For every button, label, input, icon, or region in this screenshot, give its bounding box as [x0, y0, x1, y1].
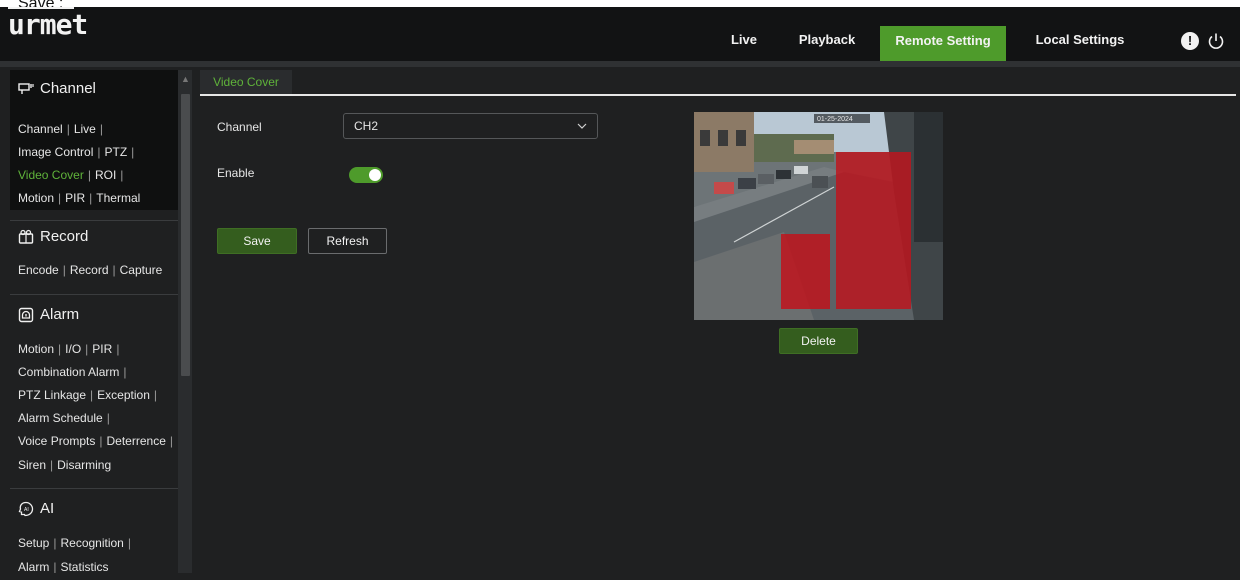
sidebar-ai-title-text: AI: [40, 500, 55, 517]
record-icon: [18, 229, 34, 244]
toggle-knob: [369, 169, 381, 181]
sidebar-scroll-thumb[interactable]: [181, 94, 190, 376]
sidebar-item-combination-alarm[interactable]: Combination Alarm: [18, 365, 119, 379]
enable-toggle[interactable]: [349, 167, 383, 183]
top-strip: [0, 61, 1240, 67]
sidebar-record-title[interactable]: Record: [18, 228, 88, 245]
nav-remote-setting-label: Remote Setting: [895, 33, 991, 48]
sidebar-ai-line-1: Setup | Recognition |: [18, 536, 131, 550]
sidebar-alarm-line-3: PTZ Linkage | Exception |: [18, 388, 157, 402]
sidebar-item-live[interactable]: Live: [74, 122, 96, 136]
ai-icon: AI: [18, 501, 34, 516]
sidebar-divider: [10, 488, 178, 489]
sidebar-divider: [10, 294, 178, 295]
mask-area-2[interactable]: [836, 152, 911, 309]
sidebar-item-capture[interactable]: Capture: [120, 263, 163, 277]
sidebar-group-channel: Channel Channel | Live | Image Control | PTZ |…: [10, 70, 178, 210]
sidebar-item-deterrence[interactable]: Deterrence: [107, 434, 166, 448]
sidebar-item-channel[interactable]: Channel: [18, 122, 63, 136]
chevron-down-icon: [577, 123, 587, 129]
nav-playback[interactable]: Playback: [788, 25, 866, 61]
alarm-icon: [18, 307, 34, 322]
sidebar-channel-line-4: Motion | PIR | Thermal: [18, 191, 141, 205]
sidebar-channel-line-2: Image Control | PTZ |: [18, 145, 135, 159]
sidebar-item-roi[interactable]: ROI: [95, 168, 116, 182]
sidebar-alarm-line-2: Combination Alarm |: [18, 365, 127, 379]
sidebar-item-encode[interactable]: Encode: [18, 263, 59, 277]
sidebar-item-thermal[interactable]: Thermal: [96, 191, 140, 205]
sidebar-alarm-line-6: Siren | Disarming: [18, 458, 112, 472]
main-panel: Video Cover Channel CH2 Enable Save Refr…: [200, 70, 1236, 573]
save-button[interactable]: Save: [217, 228, 297, 254]
sidebar-channel-line-1: Channel | Live |: [18, 122, 103, 136]
camera-preview-image: 01-25-2024: [694, 112, 943, 320]
refresh-button[interactable]: Refresh: [308, 228, 387, 254]
nav-local-settings[interactable]: Local Settings: [1020, 25, 1140, 61]
sidebar-item-setup[interactable]: Setup: [18, 536, 49, 550]
sidebar-item-image-control[interactable]: Image Control: [18, 145, 93, 159]
nav-remote-setting[interactable]: Remote Setting: [880, 26, 1006, 61]
sidebar-item-siren[interactable]: Siren: [18, 458, 46, 472]
nav-local-settings-label: Local Settings: [1035, 32, 1125, 47]
sidebar-item-ptz-linkage[interactable]: PTZ Linkage: [18, 388, 86, 402]
tab-underline: [200, 94, 1236, 96]
sidebar-record-line-1: Encode | Record | Capture: [18, 263, 163, 277]
brand-logo: urmet: [8, 8, 88, 41]
preview-timestamp: 01-25-2024: [817, 116, 853, 123]
mask-area-1[interactable]: [781, 234, 830, 309]
sidebar-item-pir[interactable]: PIR: [65, 191, 85, 205]
app-window: urmet Live Playback Remote Setting Local…: [0, 7, 1240, 580]
channel-label: Channel: [217, 120, 262, 134]
sidebar-divider: [10, 220, 178, 221]
sidebar-item-alarm-motion[interactable]: Motion: [18, 342, 54, 356]
sidebar-channel-line-3: Video Cover | ROI |: [18, 168, 124, 182]
sidebar-item-exception[interactable]: Exception: [97, 388, 150, 402]
sidebar-item-voice-prompts[interactable]: Voice Prompts: [18, 434, 95, 448]
delete-button[interactable]: Delete: [779, 328, 858, 354]
channel-select-value: CH2: [354, 119, 379, 133]
sidebar-record-title-text: Record: [40, 228, 89, 245]
svg-text:AI: AI: [24, 507, 29, 513]
channel-select[interactable]: CH2: [343, 113, 598, 139]
enable-label: Enable: [217, 166, 255, 180]
sidebar-item-recognition[interactable]: Recognition: [60, 536, 123, 550]
nav-live[interactable]: Live: [718, 25, 770, 61]
top-bar: urmet Live Playback Remote Setting Local…: [0, 7, 1240, 61]
sidebar: Channel Channel | Live | Image Control | PTZ |…: [10, 70, 178, 573]
camera-icon: [18, 82, 34, 94]
sidebar-item-io[interactable]: I/O: [65, 342, 81, 356]
nav-live-label: Live: [730, 32, 757, 47]
sidebar-ai-line-2: Alarm | Statistics: [18, 560, 109, 573]
tab-video-cover[interactable]: Video Cover: [200, 70, 292, 94]
sidebar-item-ai-alarm[interactable]: Alarm: [18, 560, 49, 573]
camera-preview[interactable]: 01-25-2024: [694, 112, 943, 320]
sidebar-item-statistics[interactable]: Statistics: [60, 560, 108, 573]
nav-playback-label: Playback: [798, 32, 856, 47]
power-icon[interactable]: [1207, 32, 1225, 50]
sidebar-alarm-line-4: Alarm Schedule |: [18, 411, 110, 425]
sidebar-alarm-title[interactable]: Alarm: [18, 306, 79, 323]
sidebar-alarm-line-5: Voice Prompts | Deterrence |: [18, 434, 173, 448]
sidebar-channel-title[interactable]: Channel: [18, 80, 96, 97]
sidebar-alarm-title-text: Alarm: [40, 306, 80, 323]
sidebar-alarm-line-1: Motion | I/O | PIR |: [18, 342, 120, 356]
sidebar-ai-title[interactable]: AI AI: [18, 500, 54, 517]
sidebar-item-alarm-schedule[interactable]: Alarm Schedule: [18, 411, 103, 425]
sidebar-channel-title-text: Channel: [40, 80, 96, 97]
sidebar-item-ptz[interactable]: PTZ: [105, 145, 128, 159]
scroll-up-icon[interactable]: ▲: [181, 74, 190, 84]
info-icon[interactable]: !: [1181, 32, 1199, 50]
sidebar-item-disarming[interactable]: Disarming: [57, 458, 111, 472]
sidebar-item-alarm-pir[interactable]: PIR: [92, 342, 112, 356]
sidebar-item-motion[interactable]: Motion: [18, 191, 54, 205]
sidebar-item-record[interactable]: Record: [70, 263, 109, 277]
sidebar-item-video-cover[interactable]: Video Cover: [18, 168, 84, 182]
